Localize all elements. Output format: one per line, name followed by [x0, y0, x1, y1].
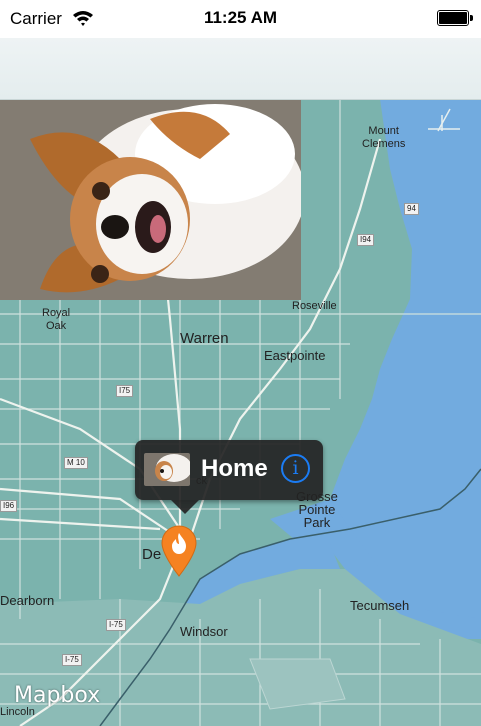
shield-i94-mid: I94	[357, 234, 375, 246]
map-label-windsor: Windsor	[180, 624, 228, 639]
shield-i75-south-a: I-75	[106, 619, 126, 631]
status-bar: Carrier 11:25 AM	[0, 0, 481, 38]
shield-m10: M 10	[64, 457, 88, 469]
shield-i75: I75	[116, 385, 134, 397]
info-icon[interactable]: i	[281, 454, 310, 483]
shield-i75-south-b: I-75	[62, 654, 82, 666]
shield-i94-top: 94	[404, 203, 419, 215]
map-label-detroit: De	[142, 546, 162, 563]
shield-i96: I96	[0, 500, 18, 512]
callout-thumbnail	[144, 453, 190, 486]
map-label-roseville: Roseville	[292, 300, 337, 312]
map-label-eastpointe: Eastpointe	[264, 348, 326, 363]
map-label-warren: Warren	[180, 330, 229, 347]
clock: 11:25 AM	[203, 8, 278, 27]
map-label-tecumseh: Tecumseh	[350, 598, 410, 613]
annotation-callout[interactable]: Home i	[135, 440, 323, 514]
map-label-mount-clemens: Mount Clemens	[362, 125, 406, 150]
map-label-royal-oak: Royal Oak	[42, 307, 71, 332]
navigation-bar	[0, 38, 481, 100]
callout-pointer	[171, 500, 199, 514]
map-label-dearborn: Dearborn	[0, 593, 55, 608]
map-pin-flame-icon[interactable]	[160, 524, 198, 580]
battery-icon	[437, 10, 473, 26]
corgi-photo	[0, 99, 301, 300]
mapbox-attribution[interactable]: Mapbox	[14, 683, 100, 708]
callout-title: Home	[201, 455, 268, 482]
